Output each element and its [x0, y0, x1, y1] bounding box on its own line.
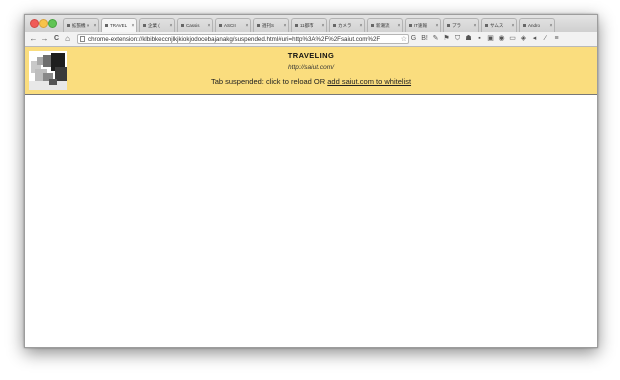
- browser-tab[interactable]: Andro ×: [519, 18, 555, 32]
- tab-label: プラ: [452, 22, 461, 28]
- forward-button[interactable]: →: [40, 34, 49, 44]
- tab-favicon-icon: [257, 24, 260, 27]
- browser-tab[interactable]: 新潮流 ×: [367, 18, 403, 32]
- tab-favicon-icon: [105, 24, 108, 27]
- tab-favicon-icon: [447, 24, 450, 27]
- reload-button[interactable]: C: [52, 34, 61, 44]
- tab-label: Andro: [528, 23, 541, 28]
- tab-label: ASCII: [224, 23, 236, 28]
- tab-favicon-icon: [409, 24, 412, 27]
- tab-close-icon[interactable]: ×: [130, 23, 136, 29]
- tab-favicon-icon: [181, 24, 184, 27]
- extension-icon[interactable]: ∕: [541, 33, 550, 44]
- tab-label: 拡張機 ×: [72, 22, 90, 28]
- address-bar[interactable]: chrome-extension://klbibkeccnjlkjkiokjod…: [77, 34, 409, 44]
- back-button[interactable]: ←: [29, 34, 38, 44]
- extension-icon[interactable]: ▭: [508, 33, 517, 44]
- browser-tab[interactable]: TRAVEL ×: [101, 18, 137, 32]
- suspended-tab-banner[interactable]: TRAVELING http://saiut.com/ Tab suspende…: [25, 47, 597, 95]
- extension-icon[interactable]: ⚑: [442, 33, 451, 44]
- tab-favicon-icon: [371, 24, 374, 27]
- browser-tab[interactable]: 企業 ( ×: [139, 18, 175, 32]
- tab-label: 新潮流: [376, 22, 390, 28]
- tab-close-icon[interactable]: ×: [244, 23, 250, 29]
- tab-close-icon[interactable]: ×: [548, 23, 554, 29]
- extension-icon[interactable]: G: [409, 33, 418, 44]
- tab-strip: 拡張機 × × TRAVEL × 企業 (× Cassis × ASCII × 週刊S × 11都市 ×…: [25, 15, 597, 32]
- tab-close-icon[interactable]: ×: [320, 23, 326, 29]
- tab-close-icon[interactable]: ×: [434, 23, 440, 29]
- browser-tab[interactable]: IT速報 ×: [405, 18, 441, 32]
- suspended-page-title: TRAVELING: [287, 51, 335, 60]
- bookmark-star-icon[interactable]: ☆: [401, 35, 407, 43]
- extension-icon[interactable]: B!: [420, 33, 429, 44]
- tab-close-icon[interactable]: ×: [396, 23, 402, 29]
- tab-favicon-icon: [295, 24, 298, 27]
- tab-favicon-icon: [67, 24, 70, 27]
- tab-close-icon[interactable]: ×: [358, 23, 364, 29]
- tab-favicon-icon: [219, 24, 222, 27]
- browser-tab[interactable]: プラ ×: [443, 18, 479, 32]
- tab-label: Cassis: [186, 23, 200, 28]
- home-button[interactable]: ⌂: [63, 34, 72, 44]
- minimize-window-button[interactable]: [39, 19, 48, 28]
- tab-favicon-icon: [143, 24, 146, 27]
- tab-favicon-icon: [485, 24, 488, 27]
- tab-label: TRAVEL: [110, 23, 128, 28]
- tab-close-icon[interactable]: ×: [472, 23, 478, 29]
- extension-icon[interactable]: ◈: [519, 33, 528, 44]
- reload-instruction[interactable]: Tab suspended: click to reload OR: [211, 77, 327, 86]
- browser-tab[interactable]: カメラ ×: [329, 18, 365, 32]
- address-bar-url: chrome-extension://klbibkeccnjlkjkiokjod…: [88, 36, 381, 43]
- browser-toolbar: ← → C ⌂ chrome-extension://klbibkeccnjlk…: [25, 32, 597, 47]
- tab-label: 企業 (: [148, 22, 160, 28]
- tab-close-icon[interactable]: ×: [206, 23, 212, 29]
- browser-tab[interactable]: Cassis ×: [177, 18, 213, 32]
- extension-icon[interactable]: ⛉: [453, 33, 462, 44]
- suspended-message: Tab suspended: click to reload OR add sa…: [25, 77, 597, 86]
- tab-favicon-icon: [523, 24, 526, 27]
- browser-tab[interactable]: 拡張機 × ×: [63, 18, 99, 32]
- tab-favicon-icon: [333, 24, 336, 27]
- browser-tab[interactable]: ASCII ×: [215, 18, 251, 32]
- extension-icon[interactable]: ✎: [431, 33, 440, 44]
- tabs-container: 拡張機 × × TRAVEL × 企業 (× Cassis × ASCII × 週刊S × 11都市 ×…: [63, 18, 557, 32]
- tab-label: 週刊S: [262, 22, 275, 28]
- extension-icon[interactable]: ≡: [552, 33, 561, 44]
- tab-close-icon[interactable]: ×: [168, 23, 174, 29]
- close-window-button[interactable]: [30, 19, 39, 28]
- page-content-area: [25, 95, 597, 347]
- tab-label: 11都市: [300, 22, 314, 28]
- extension-icon[interactable]: ◉: [497, 33, 506, 44]
- browser-tab[interactable]: サムス ×: [481, 18, 517, 32]
- suspended-page-url: http://saiut.com/: [288, 64, 334, 71]
- browser-tab[interactable]: 週刊S ×: [253, 18, 289, 32]
- tab-close-icon[interactable]: ×: [282, 23, 288, 29]
- extension-icons: G B! ✎ ⚑ ⛉ ☗ ▪ ▣ ◉ ▭ ◈ ◂ ∕ ≡: [409, 33, 561, 44]
- maximize-window-button[interactable]: [48, 19, 57, 28]
- tab-close-icon[interactable]: ×: [510, 23, 516, 29]
- extension-icon[interactable]: ◂: [530, 33, 539, 44]
- screenshot-stage: 拡張機 × × TRAVEL × 企業 (× Cassis × ASCII × 週刊S × 11都市 ×…: [0, 0, 620, 380]
- tab-label: サムス: [490, 22, 504, 28]
- extension-icon[interactable]: ▪: [475, 33, 484, 44]
- browser-window: 拡張機 × × TRAVEL × 企業 (× Cassis × ASCII × 週刊S × 11都市 ×…: [24, 14, 598, 348]
- extension-icon[interactable]: ☗: [464, 33, 473, 44]
- tab-close-icon[interactable]: ×: [92, 23, 98, 29]
- extension-icon[interactable]: ▣: [486, 33, 495, 44]
- tab-label: IT速報: [414, 22, 427, 28]
- page-icon: [80, 36, 85, 42]
- whitelist-link[interactable]: add saiut.com to whitelist: [327, 77, 411, 86]
- browser-tab[interactable]: 11都市 ×: [291, 18, 327, 32]
- tab-label: カメラ: [338, 22, 352, 28]
